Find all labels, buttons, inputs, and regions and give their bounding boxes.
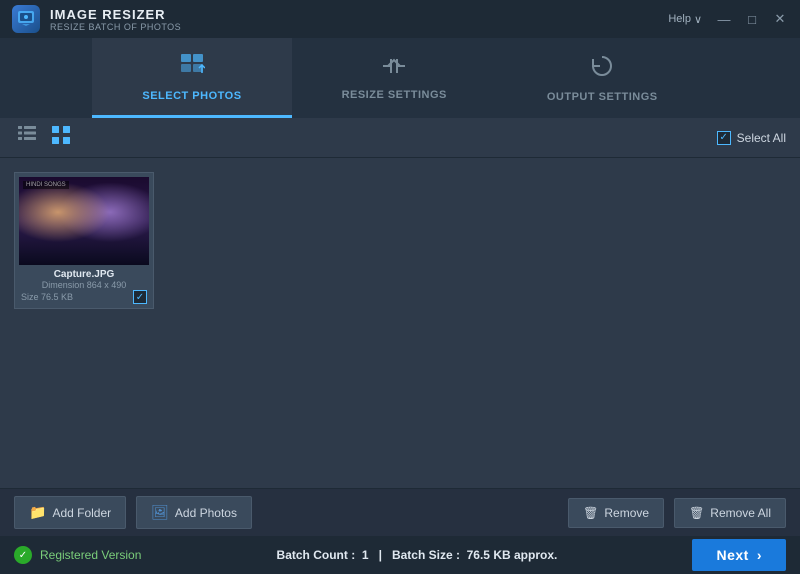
tab-resize-settings[interactable]: RESIZE SETTINGS xyxy=(292,38,497,118)
thumb-overlay-text: HINDI SONGS xyxy=(23,181,69,189)
select-all-area[interactable]: Select All xyxy=(717,131,786,145)
add-folder-button[interactable]: 📁 Add Folder xyxy=(14,496,126,529)
view-buttons xyxy=(14,124,74,151)
tab-resize-settings-label: RESIZE SETTINGS xyxy=(342,89,447,101)
resize-settings-icon xyxy=(381,55,407,83)
photo-thumbnail: HINDI SONGS xyxy=(19,177,149,265)
registered-icon: ✓ xyxy=(14,546,32,564)
title-bar-left: IMAGE RESIZER RESIZE BATCH OF PHOTOS xyxy=(12,5,181,33)
title-bar: IMAGE RESIZER RESIZE BATCH OF PHOTOS Hel… xyxy=(0,0,800,38)
photo-name: Capture.JPG xyxy=(54,269,115,280)
trash-all-icon: 🗑 xyxy=(689,506,704,520)
action-bar: 📁 Add Folder 🖼 Add Photos 🗑 Remove 🗑 Rem… xyxy=(0,488,800,536)
help-button[interactable]: Help ∨ xyxy=(668,13,702,26)
batch-count-value: 1 xyxy=(362,548,369,562)
batch-separator: | xyxy=(379,548,382,562)
batch-info: Batch Count : 1 | Batch Size : 76.5 KB a… xyxy=(277,548,558,562)
photo-select-checkbox[interactable] xyxy=(133,290,147,304)
minimize-button[interactable]: — xyxy=(716,11,732,27)
registration-status: ✓ Registered Version xyxy=(14,546,141,564)
toolbar: Select All xyxy=(0,118,800,158)
add-photos-button[interactable]: 🖼 Add Photos xyxy=(136,496,252,529)
batch-size-value: 76.5 KB approx. xyxy=(467,548,558,562)
photo-footer: Size 76.5 KB xyxy=(19,290,149,304)
title-bar-right: Help ∨ — □ ✕ xyxy=(668,11,788,27)
content-area: HINDI SONGS Capture.JPG Dimension 864 x … xyxy=(0,158,800,488)
remove-all-button[interactable]: 🗑 Remove All xyxy=(674,498,786,528)
batch-size-label: Batch Size : xyxy=(392,548,460,562)
select-all-label: Select All xyxy=(737,131,786,145)
app-subtitle: RESIZE BATCH OF PHOTOS xyxy=(50,22,181,32)
next-button[interactable]: Next › xyxy=(692,539,786,571)
next-label: Next xyxy=(716,547,748,563)
remove-button[interactable]: 🗑 Remove xyxy=(568,498,664,528)
select-all-checkbox[interactable] xyxy=(717,131,731,145)
grid-view-button[interactable] xyxy=(48,124,74,151)
window-controls: — □ ✕ xyxy=(716,11,788,27)
app-icon xyxy=(12,5,40,33)
next-arrow-icon: › xyxy=(757,547,762,563)
tab-output-settings[interactable]: OUTPUT SETTINGS xyxy=(497,38,708,118)
output-settings-icon xyxy=(589,53,615,85)
tab-select-photos-label: SELECT PHOTOS xyxy=(142,90,241,102)
list-view-button[interactable] xyxy=(14,124,40,151)
maximize-button[interactable]: □ xyxy=(744,11,760,27)
photo-dimension: Dimension 864 x 490 xyxy=(42,280,127,290)
photo-item[interactable]: HINDI SONGS Capture.JPG Dimension 864 x … xyxy=(14,172,154,309)
batch-count-label: Batch Count : xyxy=(277,548,356,562)
trash-icon: 🗑 xyxy=(583,506,598,520)
tab-output-settings-label: OUTPUT SETTINGS xyxy=(547,91,658,103)
tab-select-photos[interactable]: SELECT PHOTOS xyxy=(92,38,291,118)
registered-label: Registered Version xyxy=(40,548,141,562)
app-title-block: IMAGE RESIZER RESIZE BATCH OF PHOTOS xyxy=(50,7,181,32)
close-button[interactable]: ✕ xyxy=(772,11,788,27)
select-photos-icon xyxy=(179,52,205,84)
app-name: IMAGE RESIZER xyxy=(50,7,181,22)
photo-size: Size 76.5 KB xyxy=(21,292,73,302)
folder-icon: 📁 xyxy=(29,504,46,521)
status-bar: ✓ Registered Version Batch Count : 1 | B… xyxy=(0,536,800,574)
tab-bar: SELECT PHOTOS RESIZE SETTINGS OUTPUT SET… xyxy=(0,38,800,118)
add-photo-icon: 🖼 xyxy=(151,504,169,521)
thumb-background xyxy=(19,177,149,265)
